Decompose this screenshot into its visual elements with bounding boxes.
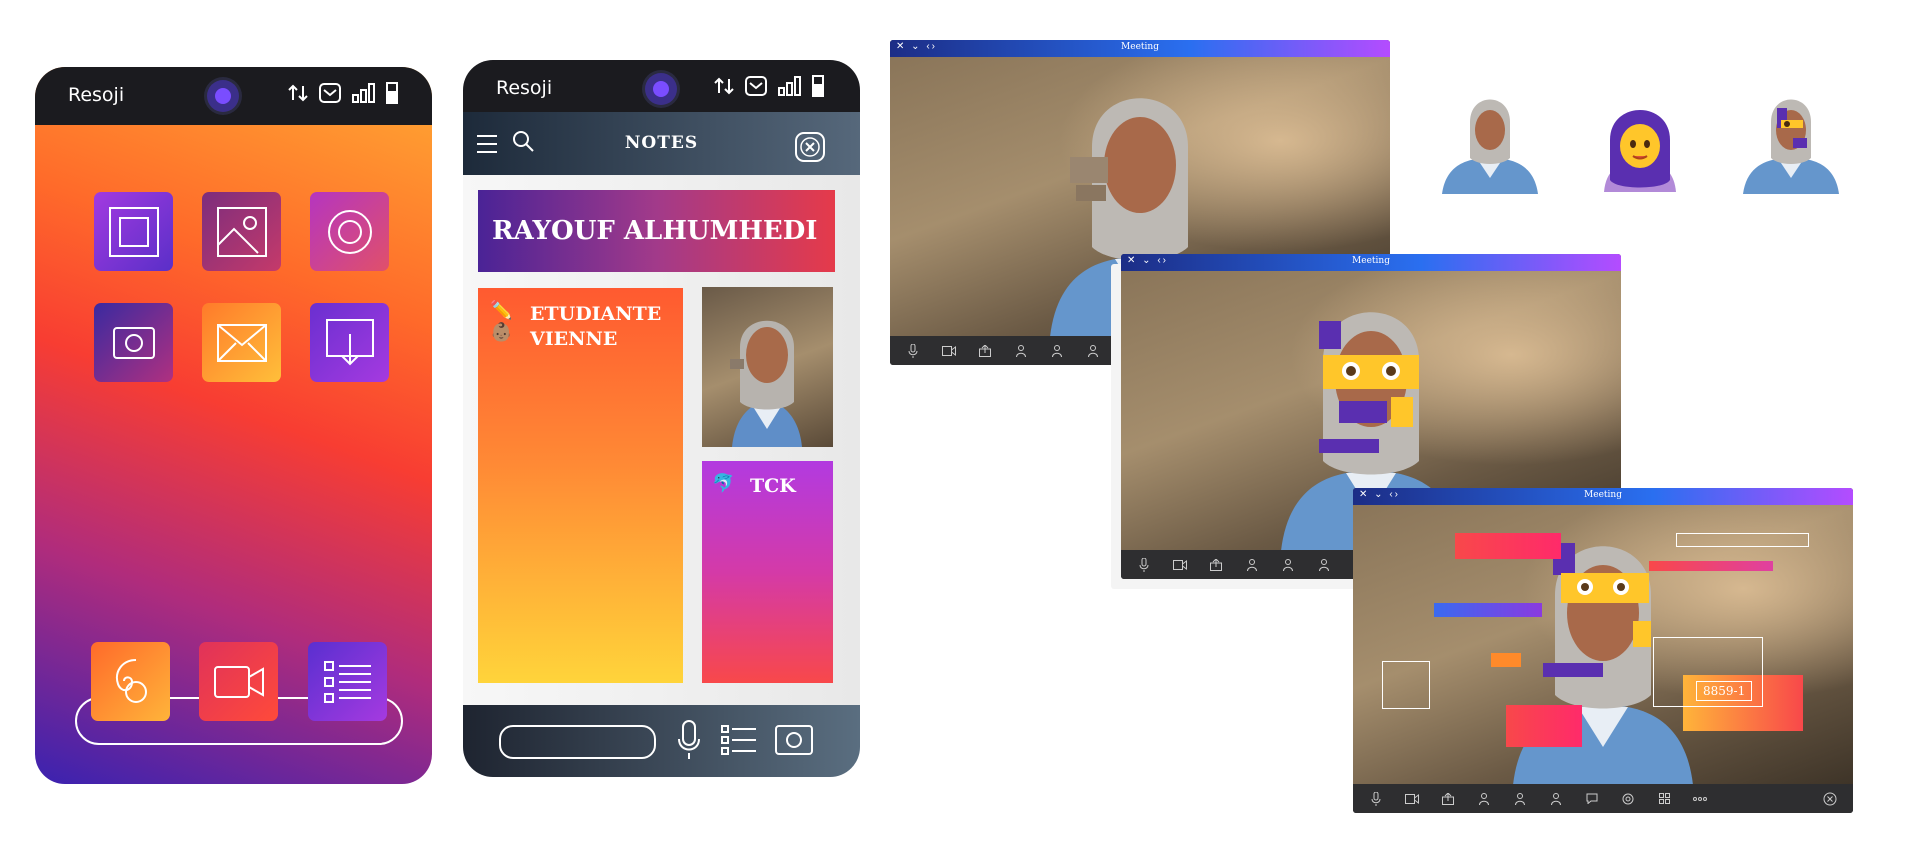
notes-phone: Resoji NOTES RAYOUF ALHUMHEDI ✏️ 👶🏽 ETUD… [463,60,860,777]
notes-content: RAYOUF ALHUMHEDI ✏️ 👶🏽 ETUDIANTE VIENNE [463,175,860,705]
frame-icon [108,206,159,257]
character-icon [115,658,147,703]
note-input[interactable] [499,725,656,759]
download-icon [325,318,374,365]
participant-icon[interactable] [1082,340,1104,362]
window-title: Meeting [1121,42,1159,52]
share-icon[interactable] [1437,788,1459,810]
person-with-emoji-thumbnail [1743,99,1839,194]
signal-icon [352,83,375,103]
dolphin-emoji: 🐬 [712,473,735,494]
window-title: Meeting [1584,490,1622,500]
mic-icon[interactable] [1133,554,1155,576]
participant-icon[interactable] [1545,788,1567,810]
camera-icon [645,73,677,105]
target-icon [327,209,372,254]
glitch-block [1506,705,1582,747]
video-icon [213,665,264,698]
grid-icon[interactable] [1653,788,1675,810]
download-app-button[interactable] [310,303,389,382]
glitch-block [1491,653,1521,667]
glitch-frame [1676,533,1809,547]
battery-icon [386,82,398,104]
camera-icon[interactable] [1169,554,1191,576]
participant-icon[interactable] [1010,340,1032,362]
bottom-toolbar [463,705,860,777]
window-titlebar: ✕ ⌄ ‹› Meeting [1353,488,1853,505]
list-icon [323,660,371,703]
participant-icon[interactable] [1277,554,1299,576]
meeting-window-3: ✕ ⌄ ‹› Meeting 8859-1 [1353,488,1853,813]
participant-icon[interactable] [1313,554,1335,576]
camera-icon[interactable] [938,340,960,362]
home-screen-phone: Resoji [35,67,432,784]
data-transfer-icon [714,77,734,95]
more-icon[interactable] [1689,788,1711,810]
participant-icon[interactable] [1509,788,1531,810]
close-icon[interactable] [795,132,825,162]
leave-call-icon[interactable] [1819,788,1841,810]
baby-emoji: 👶🏽 [490,322,513,343]
window-titlebar: ✕ ⌄ ‹› Meeting [1121,254,1621,271]
photo-icon[interactable] [775,725,813,755]
target-app-button[interactable] [310,192,389,271]
microphone-icon[interactable] [677,719,701,761]
meeting-toolbar [1353,784,1853,813]
list-app-button[interactable] [308,642,387,721]
frame-app-button[interactable] [94,192,173,271]
name-card[interactable]: RAYOUF ALHUMHEDI [478,190,835,272]
list-icon[interactable] [721,725,757,755]
data-transfer-icon [288,84,308,102]
gallery-app-button[interactable] [202,192,281,271]
hijab-emoji-thumbnail [1604,110,1676,192]
mic-icon[interactable] [1365,788,1387,810]
name-text: RAYOUF ALHUMHEDI [492,216,818,246]
person-photo [730,320,802,447]
image-icon [216,206,267,257]
window-title: Meeting [1352,256,1390,266]
overlay-label: 8859-1 [1696,681,1753,701]
glitch-frame [1382,661,1430,709]
message-icon [319,83,341,103]
character-app-button[interactable] [91,642,170,721]
person-thumbnail [1442,99,1538,194]
bio-card[interactable]: ✏️ 👶🏽 ETUDIANTE VIENNE [478,288,683,683]
status-bar: Resoji [35,67,432,125]
signal-icon [778,76,801,96]
chat-icon[interactable] [1581,788,1603,810]
profile-photo[interactable] [702,287,833,447]
notes-header: NOTES [463,112,860,175]
glitch-block [1455,533,1561,559]
camera-icon [207,80,239,112]
pencil-emoji: ✏️ [490,300,513,321]
photo-icon [112,326,155,359]
message-icon [745,76,767,96]
mic-icon[interactable] [902,340,924,362]
video-feed: 8859-1 [1353,505,1853,785]
settings-icon[interactable] [1617,788,1639,810]
brand-label: Resoji [496,77,553,99]
glitch-block [1434,603,1542,617]
share-icon[interactable] [1205,554,1227,576]
camera-app-button[interactable] [94,303,173,382]
glitch-block [1649,561,1773,571]
bio-line-1: ETUDIANTE [530,303,662,325]
status-bar: Resoji [463,60,860,118]
participant-icon[interactable] [1046,340,1068,362]
mail-icon [216,323,267,362]
participant-icon[interactable] [1241,554,1263,576]
tck-card[interactable]: 🐬 TCK [702,461,833,683]
camera-icon[interactable] [1401,788,1423,810]
battery-icon [812,75,824,97]
tck-text: TCK [750,475,796,497]
share-icon[interactable] [974,340,996,362]
window-titlebar: ✕ ⌄ ‹› Meeting [890,40,1390,57]
mail-app-button[interactable] [202,303,281,382]
video-app-button[interactable] [199,642,278,721]
participant-icon[interactable] [1473,788,1495,810]
brand-label: Resoji [68,84,125,106]
bio-line-2: VIENNE [530,328,618,350]
